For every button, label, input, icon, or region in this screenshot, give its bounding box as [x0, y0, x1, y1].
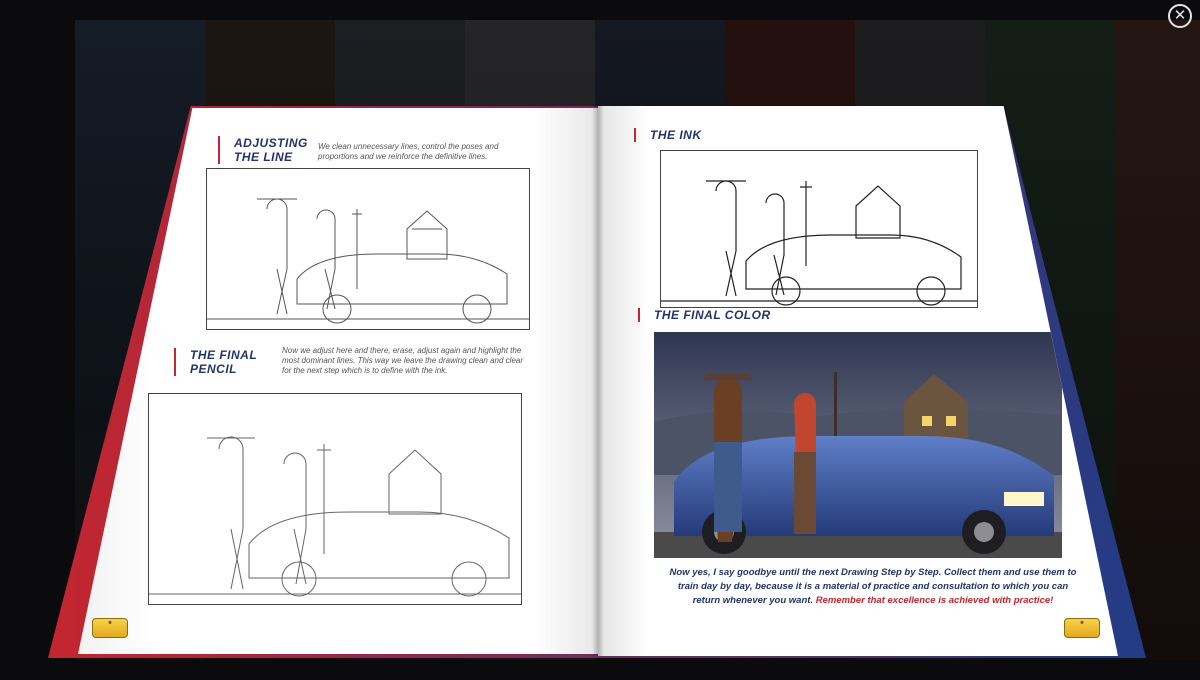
section-heading-ink: THE INK [634, 128, 702, 142]
lineart-panel-adjusting [206, 168, 530, 330]
close-icon: ✕ [1173, 7, 1187, 24]
section-heading-final-color: THE FINAL COLOR [638, 308, 771, 322]
publisher-logo: ★ [92, 618, 128, 638]
lineart-panel-final-pencil [148, 393, 522, 605]
closing-paragraph: Now yes, I say goodbye until the next Dr… [668, 566, 1078, 608]
car-characters-pencil [149, 436, 521, 597]
section-heading-final-pencil: THE FINAL PENCIL [174, 348, 257, 376]
heading-line: THE LINE [234, 150, 293, 164]
heading-line: THE FINAL [190, 348, 258, 362]
poster [1115, 20, 1200, 660]
ink-panel [660, 150, 978, 308]
car-characters-lineart [207, 198, 529, 324]
heading-line: PENCIL [190, 362, 238, 376]
section-description: We clean unnecessary lines, control the … [318, 142, 499, 161]
closing-emphasis: Remember that excellence is achieved wit… [815, 595, 1054, 606]
section-description: Now we adjust here and there, erase, adj… [282, 346, 524, 375]
magazine-spine [592, 104, 604, 656]
color-panel [654, 332, 1062, 558]
section-heading-adjusting-line: ADJUSTING THE LINE [218, 136, 308, 164]
heading-line: ADJUSTING [234, 136, 308, 150]
car-characters-ink [661, 180, 977, 306]
close-button[interactable]: ✕ [1168, 4, 1192, 28]
publisher-logo: ★ [1064, 618, 1100, 638]
car-characters-color [654, 332, 1062, 558]
